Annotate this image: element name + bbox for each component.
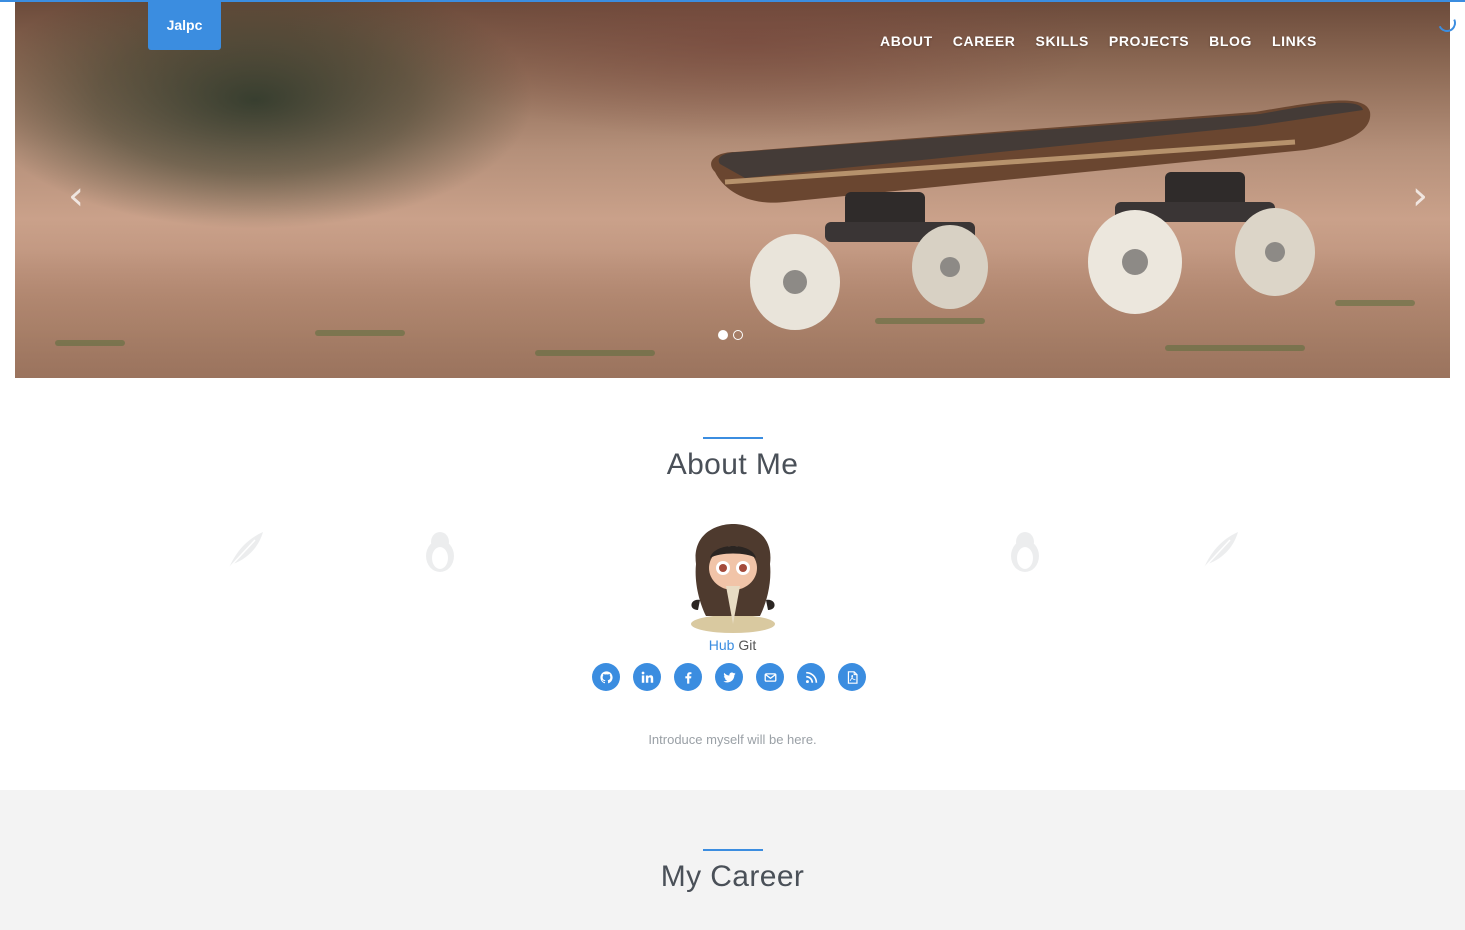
grass-patch xyxy=(315,330,405,336)
main-nav: ABOUT CAREER SKILLS PROJECTS BLOG LINKS xyxy=(870,31,1327,51)
about-title: About Me xyxy=(666,448,799,481)
social-links xyxy=(592,663,866,691)
resume-pdf-link-button[interactable] xyxy=(838,663,866,691)
nav-item-projects[interactable]: PROJECTS xyxy=(1099,31,1199,51)
profile-name-hub: Hub xyxy=(708,637,735,653)
skateboard-image xyxy=(711,100,1371,330)
linux-penguin-icon xyxy=(1011,532,1039,572)
envelope-icon xyxy=(764,672,776,682)
github-icon xyxy=(599,670,613,683)
profile-name-git: Git xyxy=(734,637,757,653)
nav-item-about[interactable]: ABOUT xyxy=(870,31,943,51)
carousel-indicator-2[interactable] xyxy=(733,330,743,340)
facebook-link-button[interactable] xyxy=(674,663,702,691)
carousel-indicators xyxy=(718,330,743,340)
career-section: My Career xyxy=(0,790,1465,930)
email-link-button[interactable] xyxy=(756,663,784,691)
nav-item-skills[interactable]: SKILLS xyxy=(1026,31,1099,51)
linux-penguin-icon xyxy=(426,532,454,572)
grass-patch xyxy=(55,340,125,346)
rss-icon xyxy=(805,671,817,683)
about-intro-text: Introduce myself will be here. xyxy=(648,732,817,747)
facebook-icon xyxy=(684,671,691,684)
brand-logo[interactable]: Jalpc xyxy=(148,0,221,50)
pdf-icon xyxy=(847,670,858,684)
octocat-avatar[interactable] xyxy=(686,524,780,634)
grass-patch xyxy=(535,350,655,356)
linkedin-icon xyxy=(641,671,653,683)
hero-carousel: ‹ › xyxy=(15,0,1450,378)
feather-icon xyxy=(228,532,263,569)
profile-name: Hub Git xyxy=(0,637,1465,653)
carousel-prev-button[interactable]: ‹ xyxy=(61,176,91,216)
feather-icon xyxy=(1203,532,1238,569)
rss-link-button[interactable] xyxy=(797,663,825,691)
carousel-indicator-1[interactable] xyxy=(718,330,728,340)
twitter-link-button[interactable] xyxy=(715,663,743,691)
carousel-next-button[interactable]: › xyxy=(1405,176,1435,216)
nav-item-career[interactable]: CAREER xyxy=(943,31,1026,51)
twitter-icon xyxy=(722,671,736,682)
github-link-button[interactable] xyxy=(592,663,620,691)
linkedin-link-button[interactable] xyxy=(633,663,661,691)
about-title-underline xyxy=(703,437,763,439)
grass-patch xyxy=(1165,345,1305,351)
nav-item-links[interactable]: LINKS xyxy=(1262,31,1327,51)
career-title-underline xyxy=(703,849,763,851)
career-title: My Career xyxy=(660,860,805,893)
nav-item-blog[interactable]: BLOG xyxy=(1199,31,1262,51)
